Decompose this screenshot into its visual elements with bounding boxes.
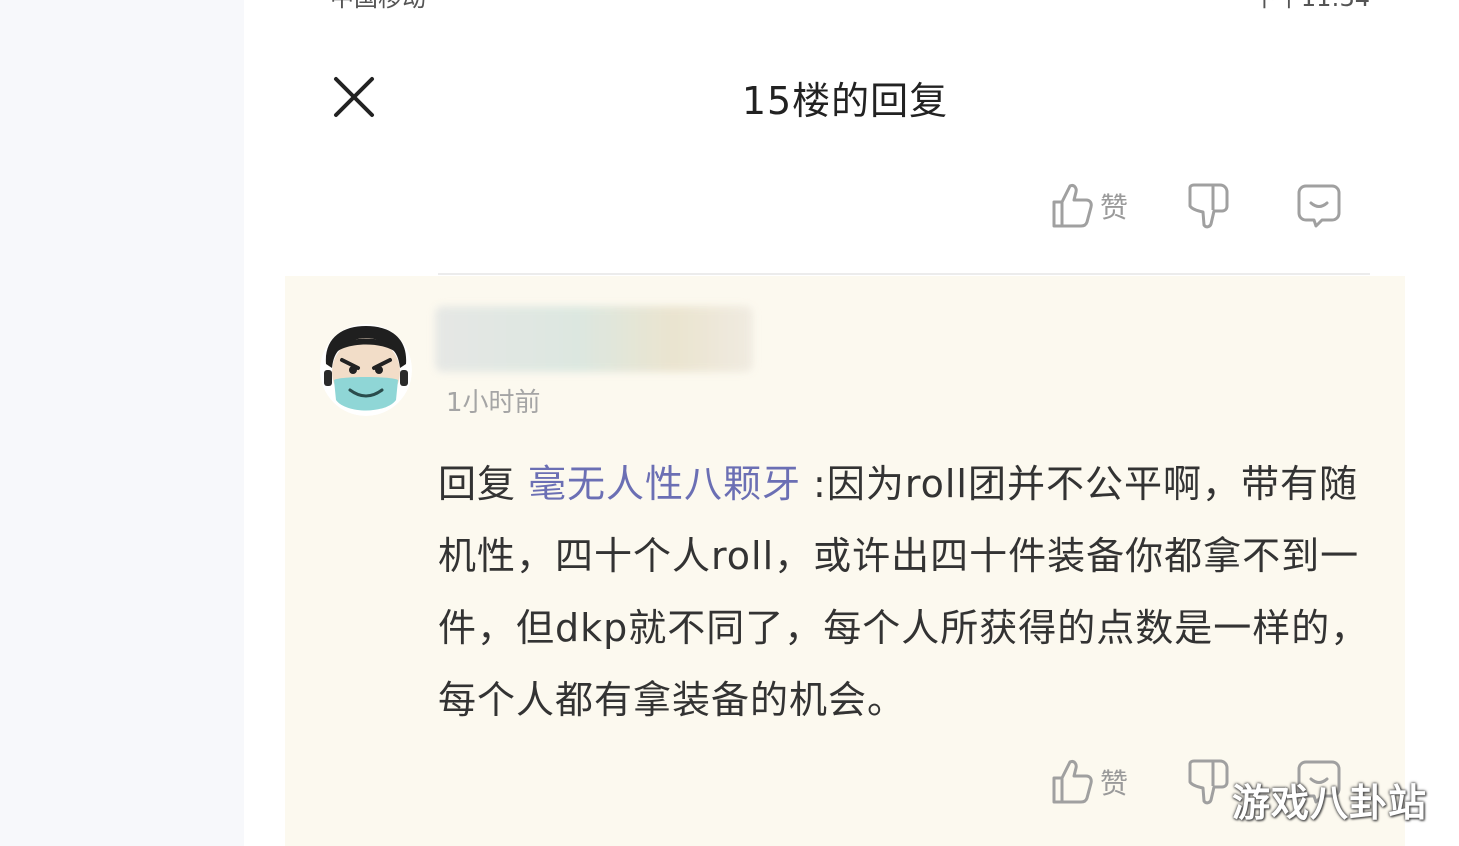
divider <box>438 273 1370 275</box>
status-time: 下午11:34 <box>1253 0 1370 13</box>
close-icon[interactable] <box>333 76 375 118</box>
left-blank-panel <box>0 0 244 846</box>
mention-link[interactable]: 毫无人性八颗牙 <box>528 462 801 506</box>
watermark: 游戏八卦站 <box>1232 781 1428 825</box>
status-bar: 中国移动 下午11:34 <box>330 0 1370 12</box>
thumbs-down-icon <box>1188 183 1229 229</box>
screen: 中国移动 下午11:34 15楼的回复 赞 <box>0 0 1459 846</box>
reply-content: 回复 毫无人性八颗牙:因为roll团并不公平啊，带有随机性，四十个人roll，或许… <box>438 448 1383 736</box>
reply-prefix: 回复 <box>438 462 517 506</box>
page-title: 15楼的回复 <box>741 79 949 123</box>
dislike-button[interactable] <box>1186 182 1232 230</box>
thumbs-down-icon <box>1188 759 1229 805</box>
like-label: 赞 <box>1100 191 1129 224</box>
username-blurred <box>435 306 753 372</box>
thumbs-up-icon <box>1052 760 1093 804</box>
comment-bubble-icon <box>1297 184 1341 228</box>
reply-dislike-button[interactable] <box>1186 758 1232 806</box>
thumbs-up-icon <box>1052 184 1093 228</box>
like-button[interactable]: 赞 <box>1050 182 1128 230</box>
reply-like-button[interactable]: 赞 <box>1050 758 1128 806</box>
reply-like-label: 赞 <box>1100 767 1129 800</box>
avatar[interactable] <box>320 324 412 416</box>
post-action-bar: 赞 <box>1050 182 1342 230</box>
right-blank-panel <box>1412 0 1459 846</box>
comment-button[interactable] <box>1296 183 1342 229</box>
reply-timestamp: 1小时前 <box>446 388 541 418</box>
status-carrier: 中国移动 <box>330 0 426 13</box>
